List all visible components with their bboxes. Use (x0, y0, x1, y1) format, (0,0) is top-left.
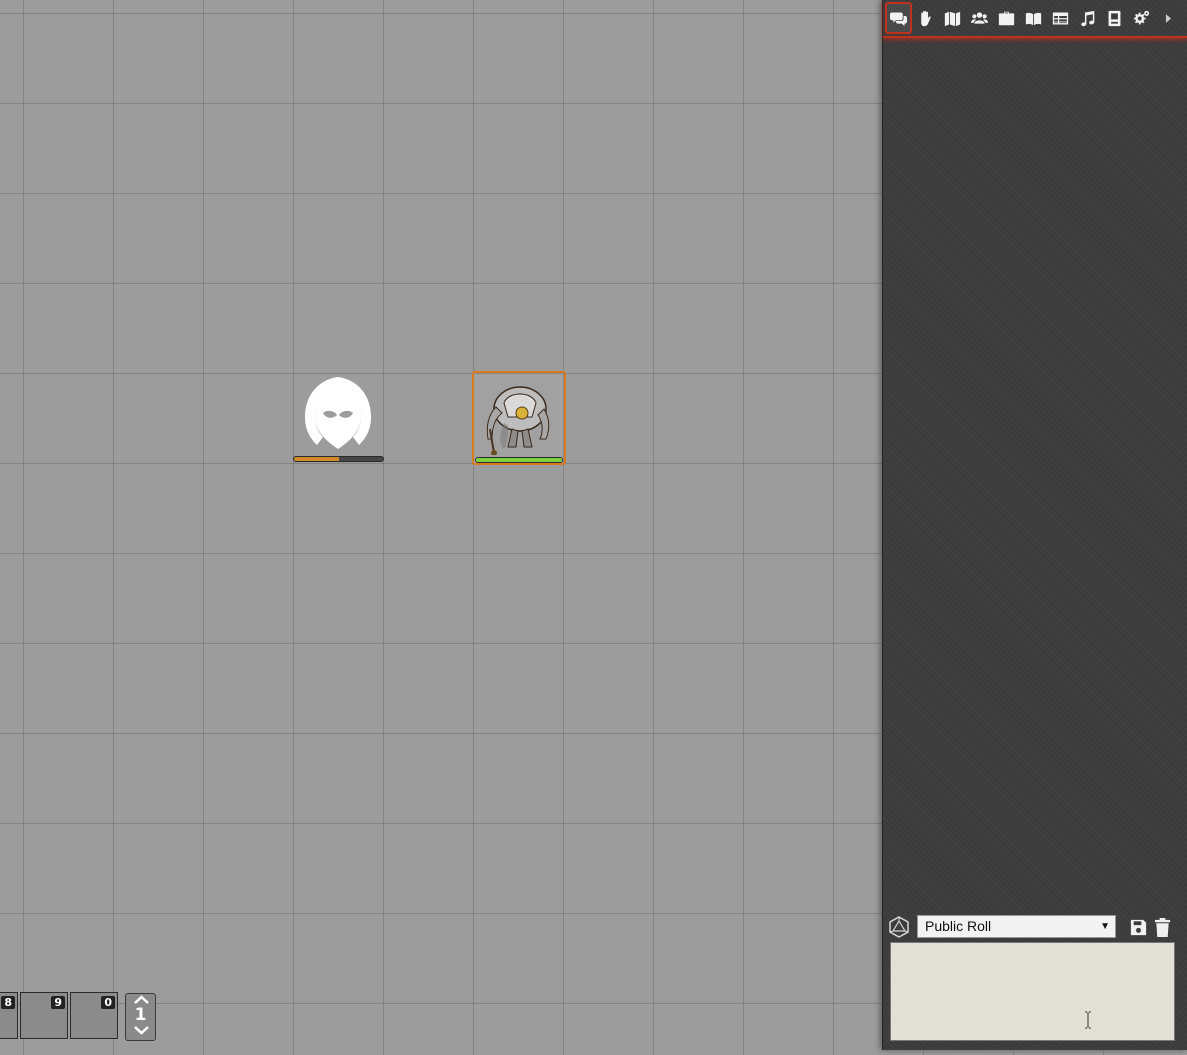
tab-settings[interactable] (1128, 2, 1155, 34)
token-health-bar (475, 457, 563, 463)
tracker-slot[interactable]: 9 (20, 992, 68, 1039)
page-number: 1 (134, 1005, 147, 1025)
d20-dice-icon[interactable] (888, 916, 910, 938)
tab-handouts[interactable] (1020, 2, 1047, 34)
tab-map[interactable] (939, 2, 966, 34)
roll-type-select[interactable]: Public Roll ▼ (917, 915, 1116, 938)
armored-construct-icon (486, 386, 550, 455)
tracker-slot[interactable]: 8 (0, 992, 18, 1039)
tab-art[interactable] (912, 2, 939, 34)
compendium-icon (1108, 10, 1121, 26)
token-armored-construct[interactable] (472, 371, 566, 465)
hand-icon (921, 10, 931, 26)
token-hooded-figure[interactable] (293, 373, 384, 464)
slot-number: 9 (51, 996, 65, 1009)
players-icon (971, 11, 988, 24)
health-bar-fill (294, 457, 339, 461)
tab-jukebox[interactable] (1074, 2, 1101, 34)
token-health-bar (293, 456, 384, 462)
tab-chat[interactable] (885, 2, 912, 34)
health-bar-fill (476, 458, 562, 462)
chat-icon (890, 12, 907, 26)
sidebar-tabbar (883, 0, 1187, 38)
briefcase-icon (998, 11, 1015, 25)
table-icon (1052, 12, 1069, 24)
tab-journal[interactable] (993, 2, 1020, 34)
tracker-slot[interactable]: 0 (70, 992, 118, 1039)
turn-tracker: 8 9 0 (0, 992, 118, 1041)
settings-icon (1133, 10, 1150, 24)
sidebar-panel: Public Roll ▼ (882, 0, 1187, 1050)
chat-input[interactable] (890, 942, 1175, 1041)
trash-icon[interactable] (1153, 917, 1172, 938)
tab-compendium[interactable] (1101, 2, 1128, 34)
chevron-down-icon[interactable] (126, 1024, 157, 1036)
tab-tables[interactable] (1047, 2, 1074, 34)
book-icon (1025, 12, 1042, 25)
hooded-figure-icon (305, 377, 371, 449)
dropdown-caret-icon: ▼ (1100, 921, 1110, 932)
tab-players[interactable] (966, 2, 993, 34)
roll-type-value: Public Roll (925, 918, 992, 934)
slot-number: 0 (101, 996, 115, 1009)
tab-collapse[interactable] (1155, 2, 1182, 34)
page-stepper[interactable]: 1 (125, 993, 156, 1041)
collapse-arrow-icon (1165, 13, 1172, 23)
map-icon (944, 11, 961, 26)
music-icon (1081, 10, 1095, 26)
save-icon[interactable] (1129, 918, 1148, 937)
roll-controls: Public Roll ▼ (888, 915, 1183, 939)
text-cursor-icon (1085, 1011, 1091, 1029)
slot-number: 8 (1, 996, 15, 1009)
